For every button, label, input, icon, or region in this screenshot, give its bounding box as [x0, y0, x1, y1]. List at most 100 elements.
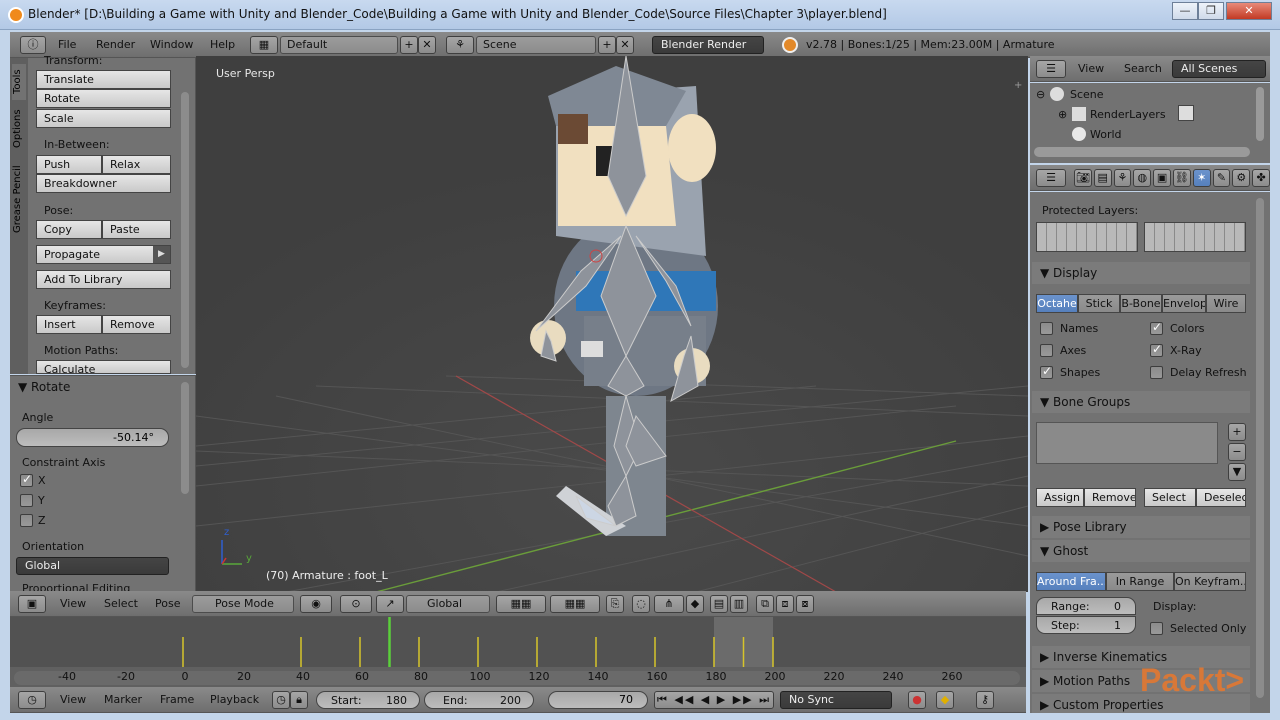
- deselect-button[interactable]: Deselect: [1196, 488, 1246, 507]
- renderlayer-visibility-icon[interactable]: [1178, 105, 1194, 121]
- display-panel-header[interactable]: ▼ Display: [1032, 262, 1250, 284]
- menu-window[interactable]: Window: [150, 32, 193, 58]
- outliner-item-scene[interactable]: Scene: [1070, 88, 1104, 101]
- world-tab-icon[interactable]: ◍: [1133, 169, 1152, 187]
- minimize-button[interactable]: —: [1172, 2, 1198, 20]
- pose-library-panel-header[interactable]: ▶ Pose Library: [1032, 516, 1250, 538]
- render-anim-icon[interactable]: ▥: [730, 595, 748, 613]
- layers-right-icon[interactable]: ▦▦: [550, 595, 600, 613]
- keying-set-icon[interactable]: ⚷: [976, 691, 994, 709]
- ghost-step-field[interactable]: Step: 1: [1036, 616, 1136, 634]
- outliner-item-world[interactable]: World: [1090, 128, 1122, 141]
- tool-shelf-scrollbar[interactable]: [181, 92, 189, 368]
- propagate-dropdown-icon[interactable]: ▶: [153, 246, 170, 263]
- render-tab-icon[interactable]: 📷︎: [1074, 169, 1092, 187]
- ghost-tab-in-range[interactable]: In Range: [1106, 572, 1174, 591]
- current-frame-field[interactable]: 70: [548, 691, 648, 709]
- paste-pose-button[interactable]: Paste: [102, 220, 171, 239]
- relax-button[interactable]: Relax: [102, 155, 171, 174]
- outliner-hscrollbar[interactable]: [1034, 147, 1250, 157]
- bone-groups-panel-header[interactable]: ▼ Bone Groups: [1032, 391, 1250, 413]
- lock-camera-icon[interactable]: ⎘: [606, 595, 624, 613]
- constraints-tab-icon[interactable]: ⛓︎: [1172, 169, 1191, 187]
- display-tab-wire[interactable]: Wire: [1206, 294, 1246, 313]
- renderlayers-expand-icon[interactable]: ⊕: [1058, 108, 1067, 121]
- lock-range-icon[interactable]: 🔒︎: [290, 691, 308, 709]
- menu-help[interactable]: Help: [210, 32, 235, 58]
- rotate-button[interactable]: Rotate: [36, 89, 171, 108]
- editor-type-timeline-icon[interactable]: ◷: [18, 691, 46, 709]
- record-icon[interactable]: ●: [908, 691, 926, 709]
- names-checkbox[interactable]: [1040, 322, 1053, 335]
- propagate-button[interactable]: Propagate: [36, 245, 171, 264]
- protected-layers-left[interactable]: [1036, 222, 1138, 252]
- viewport-shading-icon[interactable]: ◉: [300, 595, 332, 613]
- scene-tab-icon[interactable]: ⚘: [1113, 169, 1132, 187]
- paste-pose-icon[interactable]: ⧈: [776, 595, 794, 613]
- sync-select[interactable]: No Sync: [780, 691, 892, 709]
- copy-pose-button[interactable]: Copy: [36, 220, 102, 239]
- 3d-viewport[interactable]: User Persp z y (70) Armature : foot_L +: [196, 56, 1028, 592]
- copy-pose-icon[interactable]: ⧉: [756, 595, 774, 613]
- calculate-button[interactable]: Calculate: [36, 360, 171, 374]
- display-tab-bbone[interactable]: B-Bone: [1120, 294, 1162, 313]
- axis-x-checkbox[interactable]: [20, 472, 33, 487]
- end-frame-field[interactable]: End: 200: [424, 691, 534, 709]
- translate-button[interactable]: Translate: [36, 70, 171, 89]
- armature-tab-icon[interactable]: ✶: [1192, 169, 1211, 187]
- push-button[interactable]: Push: [36, 155, 102, 174]
- xray-checkbox[interactable]: [1150, 342, 1163, 357]
- editor-type-info-icon[interactable]: ⓘ: [20, 36, 46, 54]
- ghost-panel-header[interactable]: ▼ Ghost: [1032, 540, 1250, 562]
- angle-field[interactable]: -50.14°: [16, 428, 169, 447]
- outliner-search-menu[interactable]: Search: [1124, 56, 1162, 82]
- snap-icon[interactable]: ⋔: [654, 595, 684, 613]
- render-engine-select[interactable]: Blender Render: [652, 36, 764, 54]
- timeline-scrollbar[interactable]: [14, 671, 1020, 685]
- delay-refresh-checkbox[interactable]: [1150, 366, 1163, 379]
- proportional-icon[interactable]: ◌: [632, 595, 650, 613]
- pose-menu[interactable]: Pose: [155, 591, 180, 617]
- add-layout-icon[interactable]: +: [400, 36, 418, 54]
- outliner-item-renderlayers[interactable]: RenderLayers: [1090, 108, 1166, 121]
- colors-checkbox[interactable]: [1150, 320, 1163, 335]
- orientation-select[interactable]: Global: [16, 557, 169, 575]
- transform-orientation-select[interactable]: Global: [406, 595, 490, 613]
- manipulator-icon[interactable]: ↗: [376, 595, 404, 613]
- render-icon[interactable]: ▤: [710, 595, 728, 613]
- timeline-track[interactable]: [10, 617, 1026, 667]
- keying-icon[interactable]: ◆: [936, 691, 954, 709]
- preview-range-icon[interactable]: ◷: [272, 691, 290, 709]
- bone-constraints-tab-icon[interactable]: ⚙: [1232, 169, 1251, 187]
- select-button[interactable]: Select: [1144, 488, 1196, 507]
- remove-keyframe-button[interactable]: Remove: [102, 315, 171, 334]
- tab-tools[interactable]: Tools: [12, 64, 26, 100]
- marker-menu[interactable]: Marker: [104, 687, 142, 713]
- outliner-view-menu[interactable]: View: [1078, 56, 1104, 82]
- display-tab-stick[interactable]: Stick: [1078, 294, 1120, 313]
- remove-bone-group-button[interactable]: Remove: [1084, 488, 1136, 507]
- modifiers-tab-icon[interactable]: ✤: [1252, 169, 1270, 187]
- add-scene-icon[interactable]: +: [598, 36, 616, 54]
- shapes-checkbox[interactable]: [1040, 364, 1053, 379]
- remove-bone-group-icon[interactable]: −: [1228, 443, 1246, 461]
- frame-menu[interactable]: Frame: [160, 687, 194, 713]
- viewport-corner-plus-icon[interactable]: +: [1014, 81, 1024, 91]
- add-to-library-button[interactable]: Add To Library: [36, 270, 171, 289]
- timeline[interactable]: [10, 617, 1026, 667]
- tab-options[interactable]: Options: [12, 106, 26, 152]
- editor-type-outliner-icon[interactable]: ☰: [1036, 60, 1066, 78]
- ghost-tab-on-keyframes[interactable]: On Keyfram...: [1174, 572, 1246, 591]
- object-tab-icon[interactable]: ▣: [1153, 169, 1171, 187]
- operator-title[interactable]: ▼ Rotate: [18, 380, 70, 394]
- snap-target-icon[interactable]: ◆: [686, 595, 704, 613]
- close-button[interactable]: ✕: [1226, 2, 1272, 20]
- outliner-filter-select[interactable]: All Scenes: [1172, 60, 1266, 78]
- protected-layers-right[interactable]: [1144, 222, 1246, 252]
- axis-y-checkbox[interactable]: [20, 494, 33, 507]
- view-menu[interactable]: View: [60, 591, 86, 617]
- scene-field[interactable]: Scene: [476, 36, 596, 54]
- outliner-expand-icon[interactable]: ⊖: [1036, 88, 1045, 101]
- screen-layout-field[interactable]: Default: [280, 36, 398, 54]
- breakdowner-button[interactable]: Breakdowner: [36, 174, 171, 193]
